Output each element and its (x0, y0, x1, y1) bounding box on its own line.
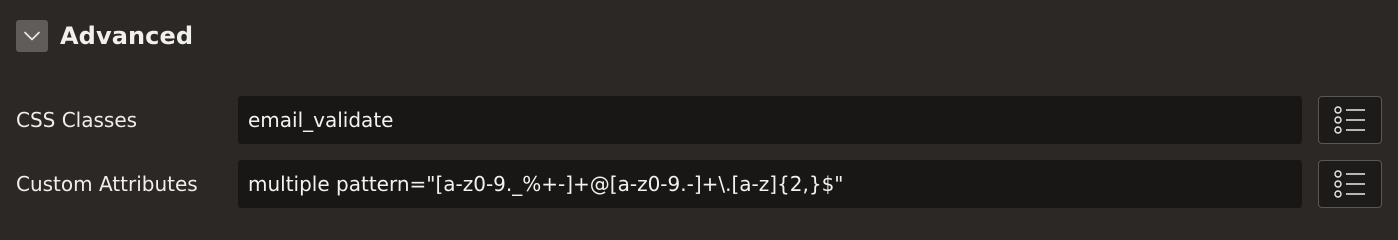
css-classes-input[interactable] (238, 96, 1302, 144)
css-classes-picker-button[interactable] (1318, 96, 1382, 144)
custom-attributes-input[interactable] (238, 160, 1302, 208)
chevron-down-icon (24, 31, 40, 41)
section-title: Advanced (60, 22, 194, 50)
css-classes-label: CSS Classes (16, 108, 138, 132)
advanced-section: Advanced CSS Classes Custom Attributes (0, 0, 1398, 222)
collapse-toggle-button[interactable] (16, 20, 48, 52)
custom-attributes-label: Custom Attributes (16, 172, 198, 196)
section-header: Advanced (16, 20, 193, 52)
list-icon (1334, 170, 1365, 198)
custom-attributes-row: Custom Attributes (0, 160, 1398, 208)
custom-attributes-picker-button[interactable] (1318, 160, 1382, 208)
list-icon (1334, 106, 1365, 134)
css-classes-row: CSS Classes (0, 96, 1398, 144)
